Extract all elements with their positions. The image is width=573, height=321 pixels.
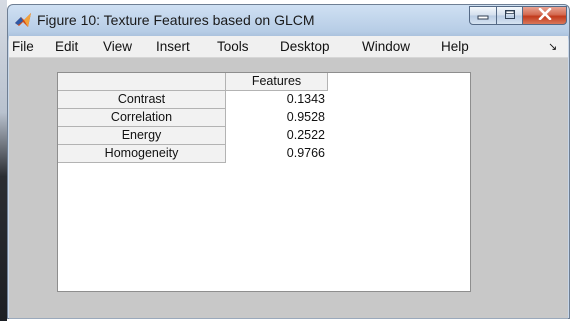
menu-view[interactable]: View: [103, 39, 132, 54]
table-corner-cell: [58, 73, 226, 91]
maximize-icon: [504, 7, 516, 25]
table-cell-homogeneity[interactable]: 0.9766: [226, 145, 328, 163]
menu-bar: File Edit View Insert Tools Desktop Wind…: [9, 36, 568, 58]
window-title: Figure 10: Texture Features based on GLC…: [37, 12, 315, 28]
background-window-edge: [0, 0, 7, 321]
menu-help[interactable]: Help: [441, 39, 469, 54]
close-icon: [538, 7, 552, 25]
column-header-features[interactable]: Features: [226, 73, 328, 91]
minimize-button[interactable]: [469, 6, 497, 25]
uitable[interactable]: Features Contrast 0.1343 Correlation 0.9…: [57, 72, 471, 292]
title-bar[interactable]: Figure 10: Texture Features based on GLC…: [8, 5, 569, 35]
row-header-energy[interactable]: Energy: [58, 127, 226, 145]
matlab-icon: [14, 11, 32, 29]
close-button[interactable]: [522, 6, 567, 25]
menu-window[interactable]: Window: [362, 39, 410, 54]
maximize-button[interactable]: [496, 6, 523, 25]
minimize-icon: [477, 7, 489, 25]
table-cell-energy[interactable]: 0.2522: [226, 127, 328, 145]
menu-desktop[interactable]: Desktop: [280, 39, 330, 54]
table-cell-contrast[interactable]: 0.1343: [226, 91, 328, 109]
toolbar-overflow-icon[interactable]: ↘: [548, 40, 557, 53]
menu-file[interactable]: File: [12, 39, 34, 54]
row-header-correlation[interactable]: Correlation: [58, 109, 226, 127]
window-bottom-border: [9, 318, 568, 319]
menu-insert[interactable]: Insert: [156, 39, 190, 54]
figure-canvas: Features Contrast 0.1343 Correlation 0.9…: [9, 58, 568, 318]
row-header-homogeneity[interactable]: Homogeneity: [58, 145, 226, 163]
menu-tools[interactable]: Tools: [217, 39, 249, 54]
table-cell-correlation[interactable]: 0.9528: [226, 109, 328, 127]
figure-window: Figure 10: Texture Features based on GLC…: [7, 4, 570, 319]
menu-edit[interactable]: Edit: [55, 39, 78, 54]
row-header-contrast[interactable]: Contrast: [58, 91, 226, 109]
